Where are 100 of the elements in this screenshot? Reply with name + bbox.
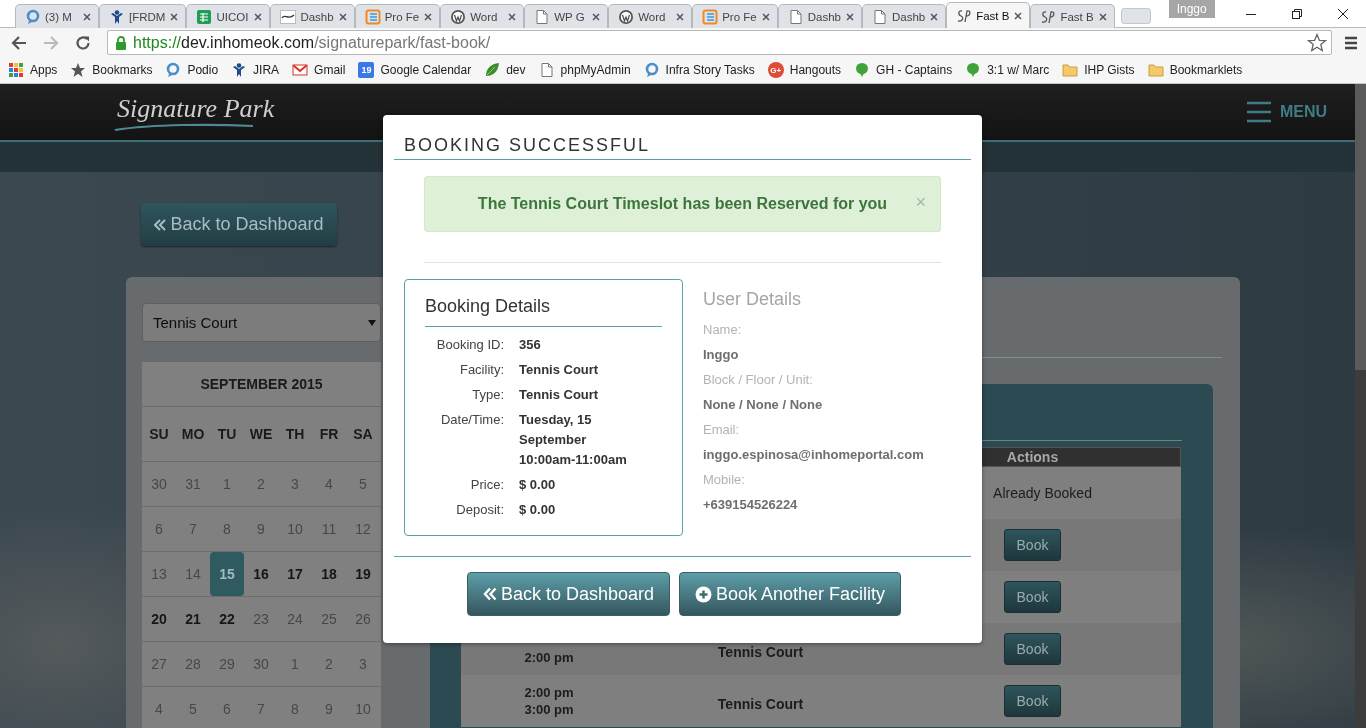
close-icon[interactable] (507, 11, 518, 22)
calendar-day[interactable]: 9 (312, 687, 346, 728)
bookmark[interactable]: Apps (8, 62, 58, 78)
book-button[interactable]: Book (1004, 528, 1061, 561)
calendar-day[interactable]: 7 (244, 687, 278, 728)
calendar-day[interactable]: 23 (244, 597, 278, 641)
bookmark[interactable]: IHP Gists (1062, 62, 1135, 78)
calendar-day[interactable]: 1 (210, 462, 244, 506)
bookmark[interactable]: 19 Google Calendar (358, 62, 472, 78)
address-bar[interactable]: https://dev.inhomeok.com/signaturepark/fast-book/ (107, 30, 1332, 55)
browser-tab[interactable]: Fast B (1030, 4, 1115, 28)
bookmark[interactable]: dev (484, 62, 526, 78)
scrollbar[interactable] (1355, 84, 1366, 728)
close-icon[interactable] (1013, 10, 1024, 21)
close-icon[interactable] (760, 11, 771, 22)
bookmark[interactable]: G+ Hangouts (767, 62, 842, 78)
calendar-day[interactable]: 13 (142, 552, 176, 596)
browser-tab[interactable]: Dashb (777, 4, 862, 28)
calendar-day[interactable]: 4 (142, 687, 176, 728)
bookmark[interactable]: Bookmarks (70, 62, 153, 78)
profile-badge[interactable]: Inggo (1168, 0, 1215, 18)
dialog-button[interactable]: Book Another Facility (679, 572, 902, 616)
menu-button[interactable]: MENU (1245, 101, 1327, 123)
bookmark[interactable]: Bookmarklets (1147, 62, 1243, 78)
dialog-button[interactable]: Back to Dashboard (466, 572, 670, 616)
calendar-day[interactable]: 10 (346, 687, 380, 728)
calendar-day[interactable]: 19 (346, 552, 380, 596)
menu-icon[interactable] (1344, 34, 1358, 51)
calendar-day[interactable]: 18 (312, 552, 346, 596)
calendar-day[interactable]: 2 (244, 462, 278, 506)
close-icon[interactable] (169, 11, 180, 22)
calendar-day[interactable]: 9 (244, 507, 278, 551)
browser-tab[interactable]: Pro Fe (692, 4, 778, 28)
logo-text[interactable]: Signature Park (113, 92, 279, 126)
calendar-day[interactable]: 28 (176, 642, 210, 686)
bookmark[interactable]: phpMyAdmin (538, 62, 631, 78)
close-icon[interactable] (337, 11, 348, 22)
star-icon[interactable] (1307, 32, 1327, 53)
browser-tab[interactable]: Dashb (861, 4, 947, 28)
calendar-day[interactable]: 2 (312, 642, 346, 686)
calendar-day[interactable]: 6 (210, 687, 244, 728)
field-label: Booking ID: (435, 336, 504, 354)
calendar-day[interactable]: 26 (346, 597, 380, 641)
calendar-day[interactable]: 8 (278, 687, 312, 728)
browser-tab[interactable]: UICOI (186, 4, 271, 28)
calendar-day[interactable]: 25 (312, 597, 346, 641)
calendar-day[interactable]: 5 (346, 462, 380, 506)
bookmark[interactable]: Infra Story Tasks (643, 62, 755, 78)
browser-tab[interactable]: Pro Fe (354, 4, 441, 28)
bookmark[interactable]: GH - Captains (854, 62, 953, 78)
close-icon[interactable] (844, 11, 855, 22)
calendar-day[interactable]: 21 (176, 597, 210, 641)
book-button[interactable]: Book (1004, 580, 1061, 613)
bookmark[interactable]: Podio (165, 62, 219, 78)
bookmark[interactable]: Gmail (292, 62, 346, 78)
browser-tab[interactable]: (3) M (15, 4, 99, 28)
calendar-day[interactable]: 7 (176, 507, 210, 551)
calendar-day[interactable]: 24 (278, 597, 312, 641)
bookmark[interactable]: JIRA (231, 62, 280, 78)
calendar-day[interactable]: 1 (278, 642, 312, 686)
calendar-day[interactable]: 15 (210, 552, 244, 596)
browser-tab[interactable]: Word (440, 4, 525, 28)
close-icon[interactable] (423, 11, 434, 22)
book-button[interactable]: Book (1004, 632, 1061, 665)
calendar-day[interactable]: 30 (244, 642, 278, 686)
back-arrow-icon[interactable] (10, 33, 28, 52)
calendar-day[interactable]: 30 (142, 462, 176, 506)
bookmark[interactable]: 3:1 w/ Marc (965, 62, 1050, 78)
calendar-day[interactable]: 8 (210, 507, 244, 551)
reload-icon[interactable] (74, 33, 92, 52)
calendar-day[interactable]: 3 (278, 462, 312, 506)
close-icon[interactable] (1097, 11, 1108, 22)
calendar-day[interactable]: 10 (278, 507, 312, 551)
browser-tab[interactable]: Fast B (946, 2, 1031, 28)
calendar-day[interactable]: 3 (346, 642, 380, 686)
close-icon[interactable] (675, 11, 686, 22)
calendar-day[interactable]: 16 (244, 552, 278, 596)
calendar-day[interactable]: 11 (312, 507, 346, 551)
browser-tab[interactable]: Word (608, 4, 693, 28)
close-icon[interactable] (929, 11, 940, 22)
browser-tab[interactable]: WP G (524, 4, 609, 28)
back-to-dashboard-button[interactable]: Back to Dashboard (141, 203, 337, 246)
close-icon[interactable] (82, 11, 92, 22)
calendar-day[interactable]: 27 (142, 642, 176, 686)
book-button[interactable]: Book (1004, 684, 1061, 717)
calendar-day[interactable]: 22 (210, 597, 244, 641)
calendar-day[interactable]: 6 (142, 507, 176, 551)
calendar-day[interactable]: 20 (142, 597, 176, 641)
calendar-day[interactable]: 12 (346, 507, 380, 551)
facility-select[interactable]: Tennis Court (142, 303, 381, 342)
calendar-day[interactable]: 5 (176, 687, 210, 728)
browser-tab[interactable]: Dashb (270, 4, 355, 28)
browser-tab[interactable]: [FRDM (99, 4, 187, 28)
calendar-day[interactable]: 31 (176, 462, 210, 506)
close-icon[interactable] (591, 11, 602, 22)
calendar-day[interactable]: 29 (210, 642, 244, 686)
calendar-day[interactable]: 17 (278, 552, 312, 596)
close-icon[interactable] (253, 11, 264, 22)
calendar-day[interactable]: 14 (176, 552, 210, 596)
calendar-day[interactable]: 4 (312, 462, 346, 506)
